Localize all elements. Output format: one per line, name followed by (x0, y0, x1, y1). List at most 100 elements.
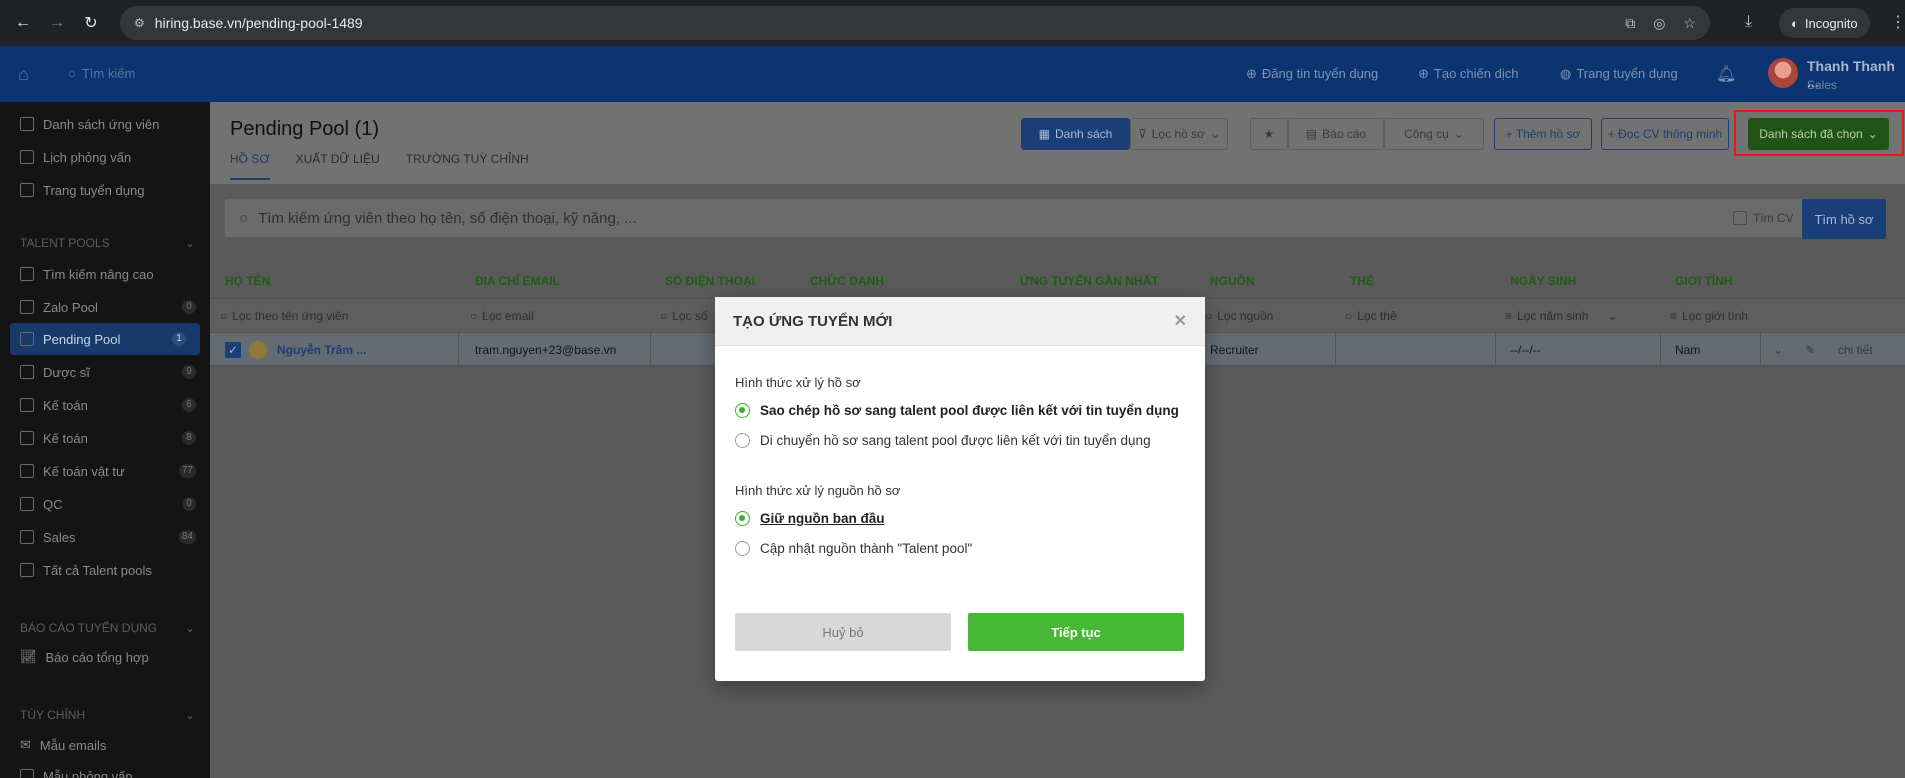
sidebar-item-label: Tất cả Talent pools (43, 562, 152, 578)
radio-button[interactable] (735, 541, 750, 556)
list-view-button[interactable]: ▦ Danh sách (1021, 118, 1130, 150)
reports-section[interactable]: BÁO CÁO TUYỂN DỤNG ⌄ (20, 621, 195, 635)
sidebar-item-summary-report[interactable]: 📈︎ Báo cáo tổng hợp (0, 641, 210, 673)
post-job-link[interactable]: ⊕ Đăng tin tuyển dụng (1246, 66, 1378, 82)
talent-pools-section[interactable]: TALENT POOLS ⌄ (20, 236, 195, 250)
col-title[interactable]: CHỨC DANH (810, 274, 884, 288)
header-search[interactable]: ○ Tìm kiếm (68, 66, 135, 81)
address-bar[interactable]: ⚙ hiring.base.vn/pending-pool-1489 ⧉ ◎ ☆ (120, 6, 1710, 40)
radio-copy-profile[interactable]: Sao chép hồ sơ sang talent pool được liê… (735, 403, 1179, 418)
col-birthday[interactable]: NGÀY SINH (1510, 274, 1576, 288)
sidebar-item-career-page[interactable]: Trang tuyển dụng (0, 174, 210, 206)
page-header: Pending Pool (1) HỒ SƠ XUẤT DỮ LIỆU TRƯỜ… (210, 102, 1905, 184)
col-source[interactable]: NGUỒN (1210, 274, 1255, 288)
count-badge: 8 (182, 431, 196, 445)
filter-source[interactable]: ○ Lọc nguồn (1205, 309, 1273, 323)
star-icon[interactable]: ☆ (1683, 15, 1696, 32)
avatar[interactable] (1768, 58, 1798, 88)
filter-tags[interactable]: ○ Lọc thẻ (1345, 309, 1397, 323)
report-label: Báo cáo (1322, 127, 1367, 141)
sidebar-item-label: Mẫu phỏng vấn (43, 768, 133, 778)
incognito-badge[interactable]: ◐ Incognito (1779, 8, 1870, 38)
row-dropdown-icon[interactable]: ⌄ (1773, 343, 1783, 357)
radio-keep-source[interactable]: Giữ nguồn ban đầu (735, 511, 885, 526)
sidebar-item-advanced-search[interactable]: Tìm kiếm nâng cao (0, 258, 210, 290)
radio-button-checked[interactable] (735, 511, 750, 526)
sidebar-item-sales[interactable]: Sales 84 (0, 521, 210, 553)
filter-dropdown[interactable]: ⊽ Lọc hồ sơ ⌄ (1130, 118, 1228, 150)
sidebar-item-candidates[interactable]: Danh sách ứng viên (0, 108, 210, 140)
reload-icon[interactable]: ↻ (80, 12, 102, 34)
col-tags[interactable]: THẺ (1350, 274, 1374, 288)
search-cv-label: Tìm CV (1753, 211, 1794, 225)
sidebar-item-email-templates[interactable]: ✉ Mẫu emails (0, 729, 210, 761)
radio-button-checked[interactable] (735, 403, 750, 418)
sidebar-item-interviews[interactable]: Lịch phỏng vấn (0, 141, 210, 173)
sidebar-item-ke-toan-2[interactable]: Kế toán 8 (0, 422, 210, 454)
candidate-avatar (249, 341, 267, 359)
site-info-icon[interactable]: ⚙ (134, 16, 145, 30)
detail-link[interactable]: chi tiết (1838, 343, 1873, 357)
sidebar-item-pending-pool[interactable]: Pending Pool 1 (10, 323, 200, 355)
mail-icon: ✉ (20, 737, 31, 752)
col-phone[interactable]: SỐ ĐIỆN THOẠI (665, 274, 755, 288)
row-checkbox[interactable]: ✓ (225, 342, 241, 358)
download-icon[interactable]: ⤓ (1745, 13, 1752, 31)
sidebar-item-ke-toan-vat-tu[interactable]: Kế toán vật tư 77 (0, 455, 210, 487)
col-email[interactable]: ĐỊA CHỈ EMAIL (475, 274, 560, 288)
tab-export[interactable]: XUẤT DỮ LIỆU (296, 152, 380, 180)
sidebar-item-label: Kế toán (43, 430, 88, 446)
edit-pencil-icon[interactable]: ✎ (1805, 343, 1815, 357)
search-icon: ○ (1205, 309, 1213, 323)
sidebar-item-interview-templates[interactable]: Mẫu phỏng vấn (0, 760, 210, 778)
search-cv-checkbox[interactable]: Tìm CV (1733, 211, 1794, 225)
search-profiles-button[interactable]: Tìm hồ sơ (1802, 199, 1886, 239)
star-icon: ★ (1263, 127, 1275, 141)
close-icon[interactable]: ✕ (1174, 311, 1187, 331)
home-icon[interactable]: ⌂ (18, 64, 29, 85)
candidate-name-link[interactable]: Nguyễn Trâm ... (277, 343, 366, 357)
create-application-modal: TẠO ỨNG TUYỂN MỚI ✕ Hình thức xử lý hồ s… (715, 297, 1205, 681)
radio-button[interactable] (735, 433, 750, 448)
tab-ho-so[interactable]: HỒ SƠ (230, 152, 270, 180)
sidebar-item-ke-toan-1[interactable]: Kế toán 6 (0, 389, 210, 421)
tools-dropdown[interactable]: Công cụ ⌄ (1384, 118, 1484, 150)
favorite-button[interactable]: ★ (1250, 118, 1288, 150)
col-gender[interactable]: GIỚI TÍNH (1675, 274, 1733, 288)
forward-icon[interactable]: → (46, 12, 68, 34)
cancel-button[interactable]: Huỷ bỏ (735, 613, 951, 651)
radio-move-profile[interactable]: Di chuyển hồ sơ sang talent pool được li… (735, 433, 1151, 448)
continue-button[interactable]: Tiếp tục (968, 613, 1184, 651)
sidebar-item-zalo-pool[interactable]: Zalo Pool 0 (0, 291, 210, 323)
col-name[interactable]: HỌ TÊN (225, 274, 270, 288)
sidebar-item-duoc-si[interactable]: Dược sĩ 9 (0, 356, 210, 388)
translate-icon[interactable]: ⧉ (1625, 15, 1635, 32)
filter-gender[interactable]: ≡ Lọc giới tính (1670, 309, 1748, 323)
page-icon (20, 183, 34, 197)
filter-name[interactable]: ○ Lọc theo tên ứng viên (220, 309, 348, 323)
pool-icon (20, 563, 34, 577)
custom-section[interactable]: TÙY CHỈNH ⌄ (20, 708, 195, 722)
radio-label: Cập nhật nguồn thành "Talent pool" (760, 541, 973, 556)
tab-custom-fields[interactable]: TRƯỜNG TUỲ CHỈNH (406, 152, 529, 180)
filter-birthyear[interactable]: ≡ Lọc năm sinh ⌄ (1505, 309, 1617, 323)
pool-icon (20, 267, 34, 281)
report-button[interactable]: ▤ Báo cáo (1288, 118, 1384, 150)
candidate-search-input[interactable]: ○ Tìm kiếm ứng viên theo họ tên, số điện… (224, 198, 1820, 238)
bell-icon[interactable]: 🔔︎ (1716, 64, 1736, 84)
more-menu-icon[interactable]: ⋮ (1890, 12, 1905, 32)
eye-off-icon[interactable]: ◎ (1653, 15, 1665, 32)
sidebar-item-all-pools[interactable]: Tất cả Talent pools (0, 554, 210, 586)
career-page-link[interactable]: ◍ Trang tuyển dụng (1560, 66, 1678, 82)
filter-email[interactable]: ○ Lọc email (470, 309, 534, 323)
create-campaign-link[interactable]: ⊕ Tạo chiến dịch (1418, 66, 1518, 82)
back-icon[interactable]: ← (12, 12, 34, 34)
add-profile-button[interactable]: + Thêm hồ sơ (1494, 118, 1592, 150)
filter-phone[interactable]: ○ Lọc số (660, 309, 708, 323)
sidebar-item-qc[interactable]: QC 0 (0, 488, 210, 520)
create-campaign-label: Tạo chiến dịch (1433, 66, 1519, 81)
pool-icon (20, 497, 34, 511)
col-latest-apply[interactable]: ỨNG TUYỂN GẦN NHẤT (1020, 274, 1159, 288)
radio-update-source[interactable]: Cập nhật nguồn thành "Talent pool" (735, 541, 972, 556)
smart-cv-button[interactable]: + Đọc CV thông minh (1601, 118, 1729, 150)
